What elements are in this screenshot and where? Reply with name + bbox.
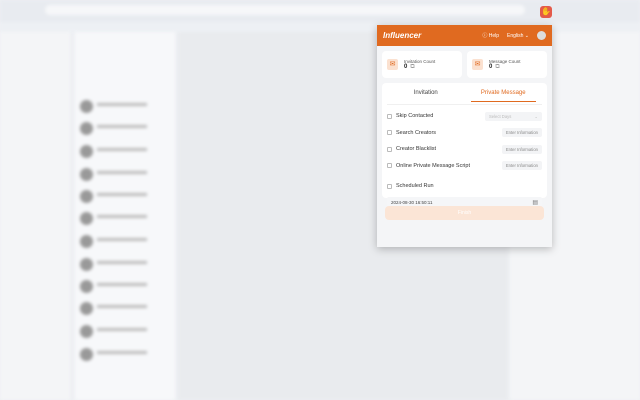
checkbox[interactable] [387, 183, 392, 189]
list-item[interactable] [80, 258, 150, 272]
list-item[interactable] [80, 190, 150, 204]
list-item[interactable] [80, 348, 150, 362]
datetime-value: 2024-08-30 16:50:11 [391, 200, 433, 205]
export-icon[interactable]: ⧉ [410, 64, 414, 70]
address-bar[interactable] [45, 5, 525, 15]
extension-popup: Influencer ⓘ Help English ⌄ ✉ Invitation… [377, 25, 552, 247]
list-item[interactable] [80, 302, 150, 316]
list-item[interactable] [80, 212, 150, 226]
list-item[interactable] [80, 235, 150, 249]
enter-information-button[interactable]: Enter Information [501, 161, 542, 171]
help-link[interactable]: ⓘ Help [482, 32, 499, 39]
help-label: Help [488, 33, 499, 39]
option-creator-blacklist: Creator Blacklist Enter Information [387, 141, 542, 158]
avatar[interactable] [537, 31, 546, 40]
list-item[interactable] [80, 145, 150, 159]
message-count-card: ✉ Message Count 0 ⧉ [467, 51, 547, 78]
checkbox[interactable] [387, 163, 392, 169]
stat-label: Invitation Count [404, 58, 436, 64]
language-select[interactable]: English ⌄ [507, 33, 529, 39]
tab-invitation[interactable]: Invitation [387, 83, 465, 104]
option-skip-contacted: Skip Contacted Select Days ⌄ [387, 108, 542, 125]
option-search-creators: Search Creators Enter Information [387, 125, 542, 142]
list-item[interactable] [80, 280, 150, 294]
invitation-count-card: ✉ Invitation Count 0 ⧉ [382, 51, 462, 78]
option-scheduled-run: Scheduled Run [387, 178, 542, 195]
extension-icon[interactable]: ✋ [540, 6, 552, 18]
stat-label: Message Count [489, 58, 521, 64]
export-icon[interactable]: ⧉ [495, 64, 499, 70]
tab-private-message[interactable]: Private Message [465, 83, 543, 104]
language-label: English [507, 32, 524, 39]
calendar-icon[interactable]: ▤ [532, 199, 538, 206]
sidebar [0, 32, 70, 400]
brand-logo: Influencer [383, 31, 422, 40]
list-item[interactable] [80, 325, 150, 339]
checkbox[interactable] [387, 113, 392, 119]
message-icon: ✉ [472, 59, 483, 70]
stat-value: 0 [489, 63, 493, 70]
enter-information-button[interactable]: Enter Information [501, 128, 542, 138]
checkbox[interactable] [387, 130, 392, 136]
list-item[interactable] [80, 168, 150, 182]
option-message-script: Online Private Message Script Enter Info… [387, 158, 542, 175]
stat-value: 0 [404, 63, 408, 70]
enter-information-button[interactable]: Enter Information [501, 144, 542, 154]
invitation-icon: ✉ [387, 59, 398, 70]
start-button[interactable]: Finish [385, 206, 544, 220]
select-days-dropdown[interactable]: Select Days ⌄ [485, 111, 542, 121]
popup-header: Influencer ⓘ Help English ⌄ [377, 25, 552, 46]
list-item[interactable] [80, 100, 150, 114]
checkbox[interactable] [387, 146, 392, 152]
list-item[interactable] [80, 122, 150, 136]
